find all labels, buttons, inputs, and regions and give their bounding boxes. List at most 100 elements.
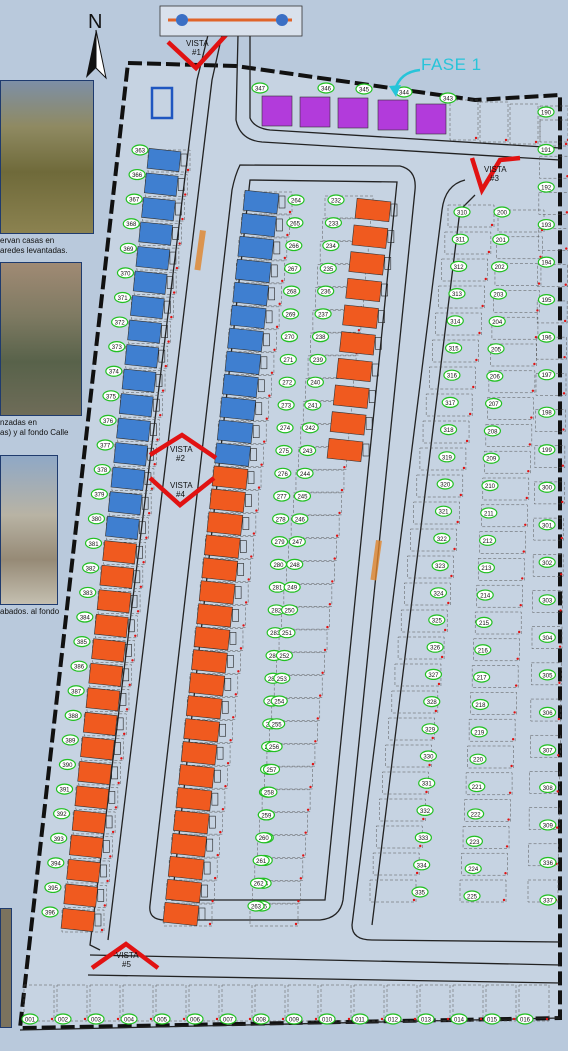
lot-marker — [286, 233, 289, 237]
lot-marker — [447, 601, 450, 605]
view-number: #3 — [490, 174, 499, 183]
lot-marker — [561, 500, 564, 504]
lot-marker — [116, 1017, 120, 1021]
house-footprint — [71, 809, 107, 834]
house-footprint — [132, 270, 168, 295]
lot-number: 277 — [277, 495, 288, 501]
house-footprint — [342, 304, 379, 329]
house-footprint — [345, 277, 382, 303]
lot-number: 243 — [303, 449, 314, 455]
lot-marker — [559, 609, 562, 612]
lot-marker — [530, 416, 533, 419]
lot-number: 329 — [425, 727, 436, 733]
lot-number: 279 — [275, 540, 286, 546]
house-footprint — [193, 626, 231, 651]
lot-marker — [219, 830, 222, 834]
house-footprint — [170, 833, 208, 858]
lot-number: 219 — [474, 730, 485, 736]
lot-marker — [134, 634, 137, 638]
lot-number: 314 — [450, 319, 461, 325]
lot-number: 385 — [77, 640, 88, 646]
lot-number: 262 — [254, 882, 265, 888]
lot-marker — [323, 648, 327, 652]
house-footprint — [214, 442, 251, 467]
lot-number: 308 — [543, 786, 554, 792]
lot-number: 323 — [435, 564, 446, 570]
lot-number: 271 — [283, 358, 294, 364]
lot-number: 326 — [430, 646, 441, 652]
lot-number: 251 — [282, 631, 293, 637]
caption-line: abados. al fondo — [0, 607, 60, 616]
house-footprint — [377, 99, 409, 131]
lot-number: 002 — [58, 1018, 69, 1024]
lot-number: 300 — [542, 486, 553, 492]
house-footprint — [121, 368, 157, 393]
view-label: VISTA — [170, 445, 193, 454]
lot-number: 195 — [541, 298, 552, 304]
lot-marker — [321, 671, 324, 674]
view-number: #4 — [176, 490, 185, 499]
house-footprint — [261, 95, 293, 127]
house-footprint — [66, 859, 101, 883]
lot-number: 263 — [251, 905, 262, 911]
house-footprint — [118, 393, 154, 418]
house-footprint — [234, 258, 272, 283]
lot-marker — [472, 385, 475, 389]
house-footprint — [185, 695, 223, 720]
house-footprint — [60, 908, 96, 932]
lot-marker — [153, 462, 156, 466]
lot-number: 199 — [542, 448, 553, 454]
lot-number: 275 — [279, 449, 290, 455]
lot-marker — [518, 630, 521, 634]
lot-number: 206 — [490, 375, 501, 381]
lot-number: 305 — [542, 673, 553, 679]
lot-number: 008 — [256, 1018, 267, 1024]
lot-number: 224 — [468, 867, 479, 873]
lot-marker — [221, 807, 225, 811]
lot-marker — [216, 853, 219, 857]
site-photo-4 — [0, 908, 12, 1028]
lot-number: 255 — [272, 722, 283, 728]
lot-number: 261 — [256, 859, 267, 865]
lot-marker — [131, 659, 134, 662]
lot-marker — [128, 683, 131, 687]
lot-number: 239 — [313, 358, 324, 364]
lot-number: 301 — [542, 523, 553, 529]
lot-marker — [106, 879, 109, 883]
lot-marker — [446, 1017, 450, 1021]
lot-number: 011 — [355, 1018, 365, 1024]
house-footprint — [191, 649, 228, 674]
lot-number: 193 — [541, 223, 552, 229]
house-footprint — [124, 344, 160, 369]
lot-number: 191 — [541, 148, 552, 154]
lot-number: 265 — [290, 221, 301, 227]
lot-marker — [425, 790, 428, 794]
lot-marker — [304, 831, 307, 834]
lot-number: 382 — [86, 566, 97, 572]
lot-marker — [511, 738, 515, 741]
lot-number: 395 — [48, 886, 59, 892]
lot-marker — [257, 486, 261, 489]
caption-line: as) y al fondo Calle — [0, 428, 69, 437]
lot-number: 322 — [437, 537, 448, 543]
lot-marker — [560, 536, 563, 540]
lot-marker — [265, 417, 268, 420]
lot-number: 320 — [440, 483, 451, 489]
lot-number: 312 — [454, 265, 465, 271]
lot-marker — [335, 534, 339, 537]
lot-marker — [50, 1017, 54, 1021]
lot-number: 343 — [443, 97, 454, 103]
lot-marker — [557, 717, 561, 721]
lot-marker — [456, 520, 459, 524]
lot-marker — [508, 791, 512, 794]
house-footprint — [229, 304, 267, 329]
house-footprint — [242, 189, 280, 215]
lot-number: 274 — [280, 426, 291, 432]
house-footprint — [204, 534, 241, 559]
lot-number: 282 — [271, 608, 282, 614]
lot-marker — [215, 1017, 219, 1021]
lot-marker — [478, 331, 481, 335]
lot-number: 377 — [100, 443, 111, 449]
lot-number: 344 — [399, 91, 410, 97]
house-footprint — [96, 589, 132, 614]
